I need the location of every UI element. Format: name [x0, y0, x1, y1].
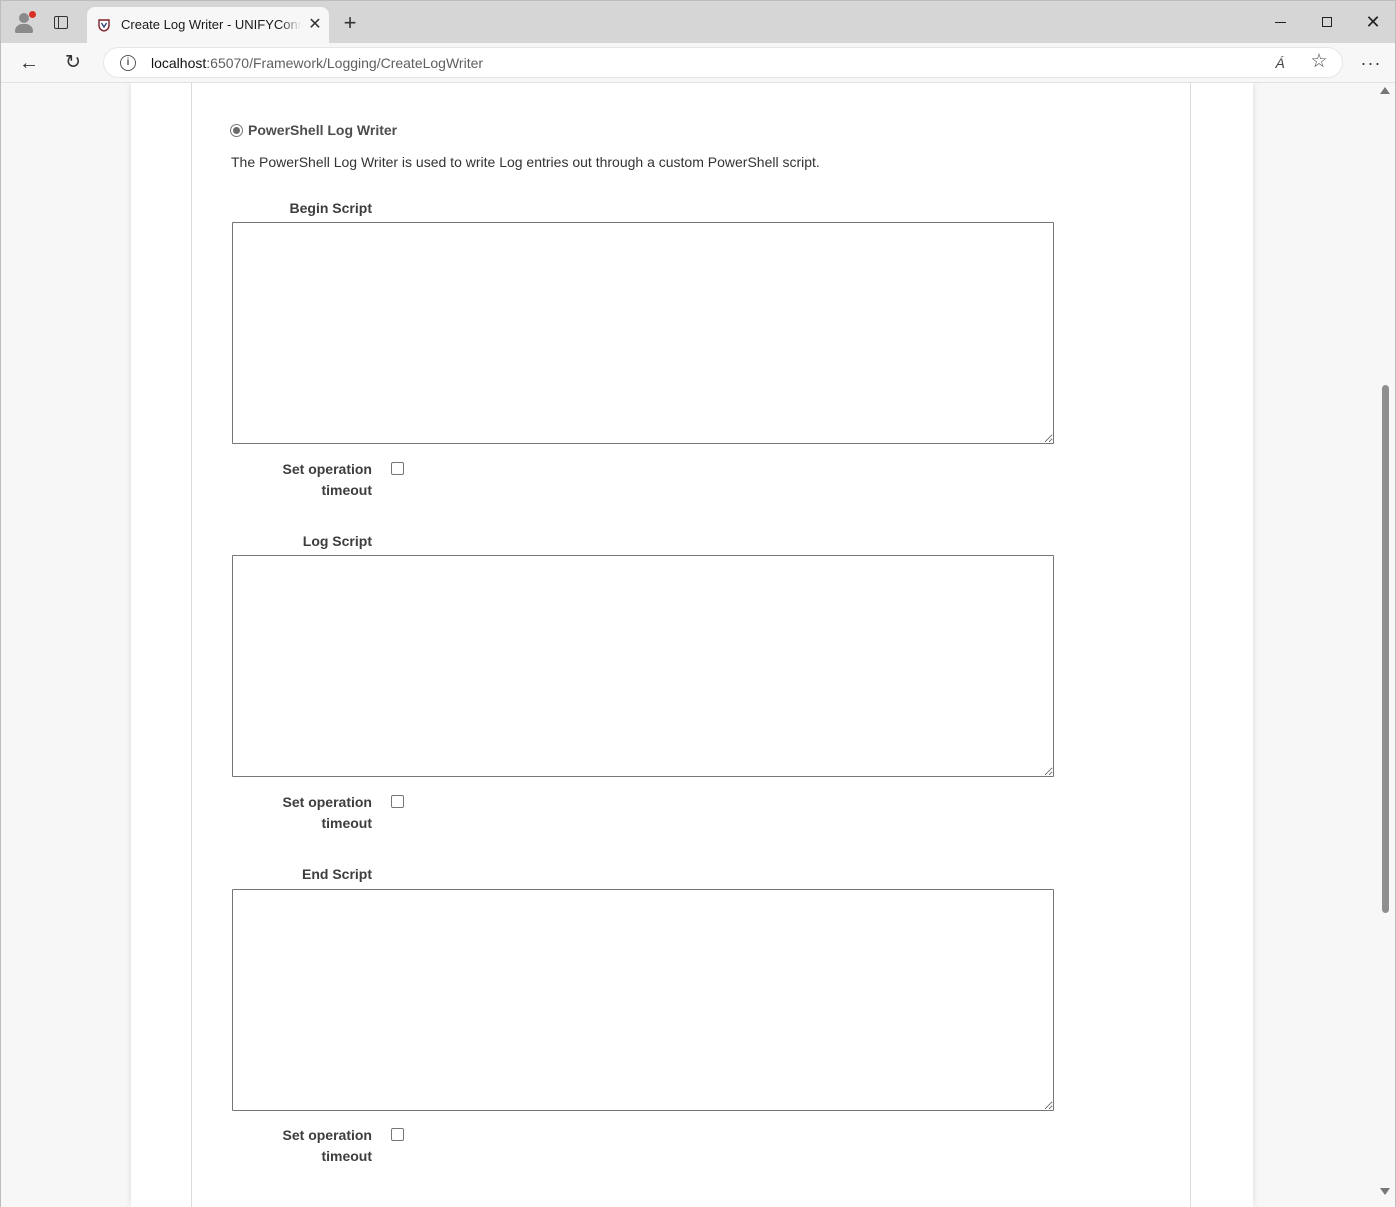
browser-toolbar: ← ↻ i localhost:65070/Framework/Logging/…: [1, 43, 1395, 83]
more-options-icon[interactable]: ···: [1359, 51, 1383, 75]
new-tab-button[interactable]: +: [339, 12, 361, 35]
powershell-writer-label: PowerShell Log Writer: [248, 122, 398, 138]
log-script-textarea[interactable]: [232, 555, 1054, 777]
site-info-icon[interactable]: i: [120, 55, 136, 71]
timeout-label-line2: timeout: [321, 815, 372, 831]
begin-script-label: Begin Script: [289, 200, 372, 216]
powershell-writer-option[interactable]: PowerShell Log Writer: [230, 121, 397, 139]
begin-timeout-label: Set operation timeout: [232, 459, 372, 501]
powershell-writer-radio[interactable]: [230, 123, 243, 137]
browser-window: Create Log Writer - UNIFYConnect ✕ + ✕ ←…: [0, 0, 1396, 1207]
log-timeout-checkbox[interactable]: [391, 795, 404, 808]
url-host: localhost: [151, 55, 207, 71]
page-viewport: PowerShell Log Writer The PowerShell Log…: [1, 83, 1395, 1207]
url-path: :65070/Framework/Logging/CreateLogWriter: [206, 55, 484, 71]
log-script-label: Log Script: [302, 533, 372, 549]
active-tab[interactable]: Create Log Writer - UNIFYConnect ✕: [87, 7, 329, 43]
favorite-star-icon[interactable]: ☆: [1309, 52, 1329, 72]
writer-description: The PowerShell Log Writer is used to wri…: [231, 154, 820, 170]
site-favicon-icon: [98, 19, 110, 32]
timeout-label-line1: Set operation: [282, 1127, 372, 1143]
timeout-label-line2: timeout: [321, 482, 372, 498]
begin-timeout-checkbox[interactable]: [391, 462, 404, 475]
read-aloud-icon[interactable]: Á: [1270, 53, 1290, 73]
tab-strip: Create Log Writer - UNIFYConnect ✕ + ✕: [1, 1, 1395, 43]
log-timeout-label: Set operation timeout: [232, 792, 372, 834]
end-timeout-checkbox[interactable]: [391, 1128, 404, 1141]
begin-script-textarea[interactable]: [232, 222, 1054, 444]
minimize-button[interactable]: [1269, 11, 1293, 33]
address-bar[interactable]: i localhost:65070/Framework/Logging/Crea…: [103, 47, 1343, 78]
end-script-label: End Script: [301, 866, 372, 882]
profile-icon[interactable]: [13, 11, 36, 33]
scrollbar-thumb[interactable]: [1382, 385, 1389, 913]
maximize-button[interactable]: [1315, 11, 1339, 33]
end-timeout-label: Set operation timeout: [232, 1125, 372, 1167]
tab-title: Create Log Writer - UNIFYConnect: [121, 17, 301, 32]
back-icon[interactable]: ←: [17, 51, 41, 75]
timeout-label-line1: Set operation: [282, 461, 372, 477]
url-text[interactable]: localhost:65070/Framework/Logging/Create…: [151, 55, 483, 71]
tab-actions-icon[interactable]: [51, 13, 71, 33]
window-close-button[interactable]: ✕: [1361, 11, 1385, 33]
scroll-down-arrow-icon[interactable]: [1380, 1188, 1390, 1195]
scroll-up-arrow-icon[interactable]: [1380, 87, 1390, 94]
end-script-textarea[interactable]: [232, 889, 1054, 1111]
timeout-label-line1: Set operation: [282, 794, 372, 810]
reload-icon[interactable]: ↻: [61, 51, 85, 75]
page-scrollbar[interactable]: [1377, 83, 1393, 1207]
tab-close-icon[interactable]: ✕: [307, 17, 323, 33]
timeout-label-line2: timeout: [321, 1148, 372, 1164]
